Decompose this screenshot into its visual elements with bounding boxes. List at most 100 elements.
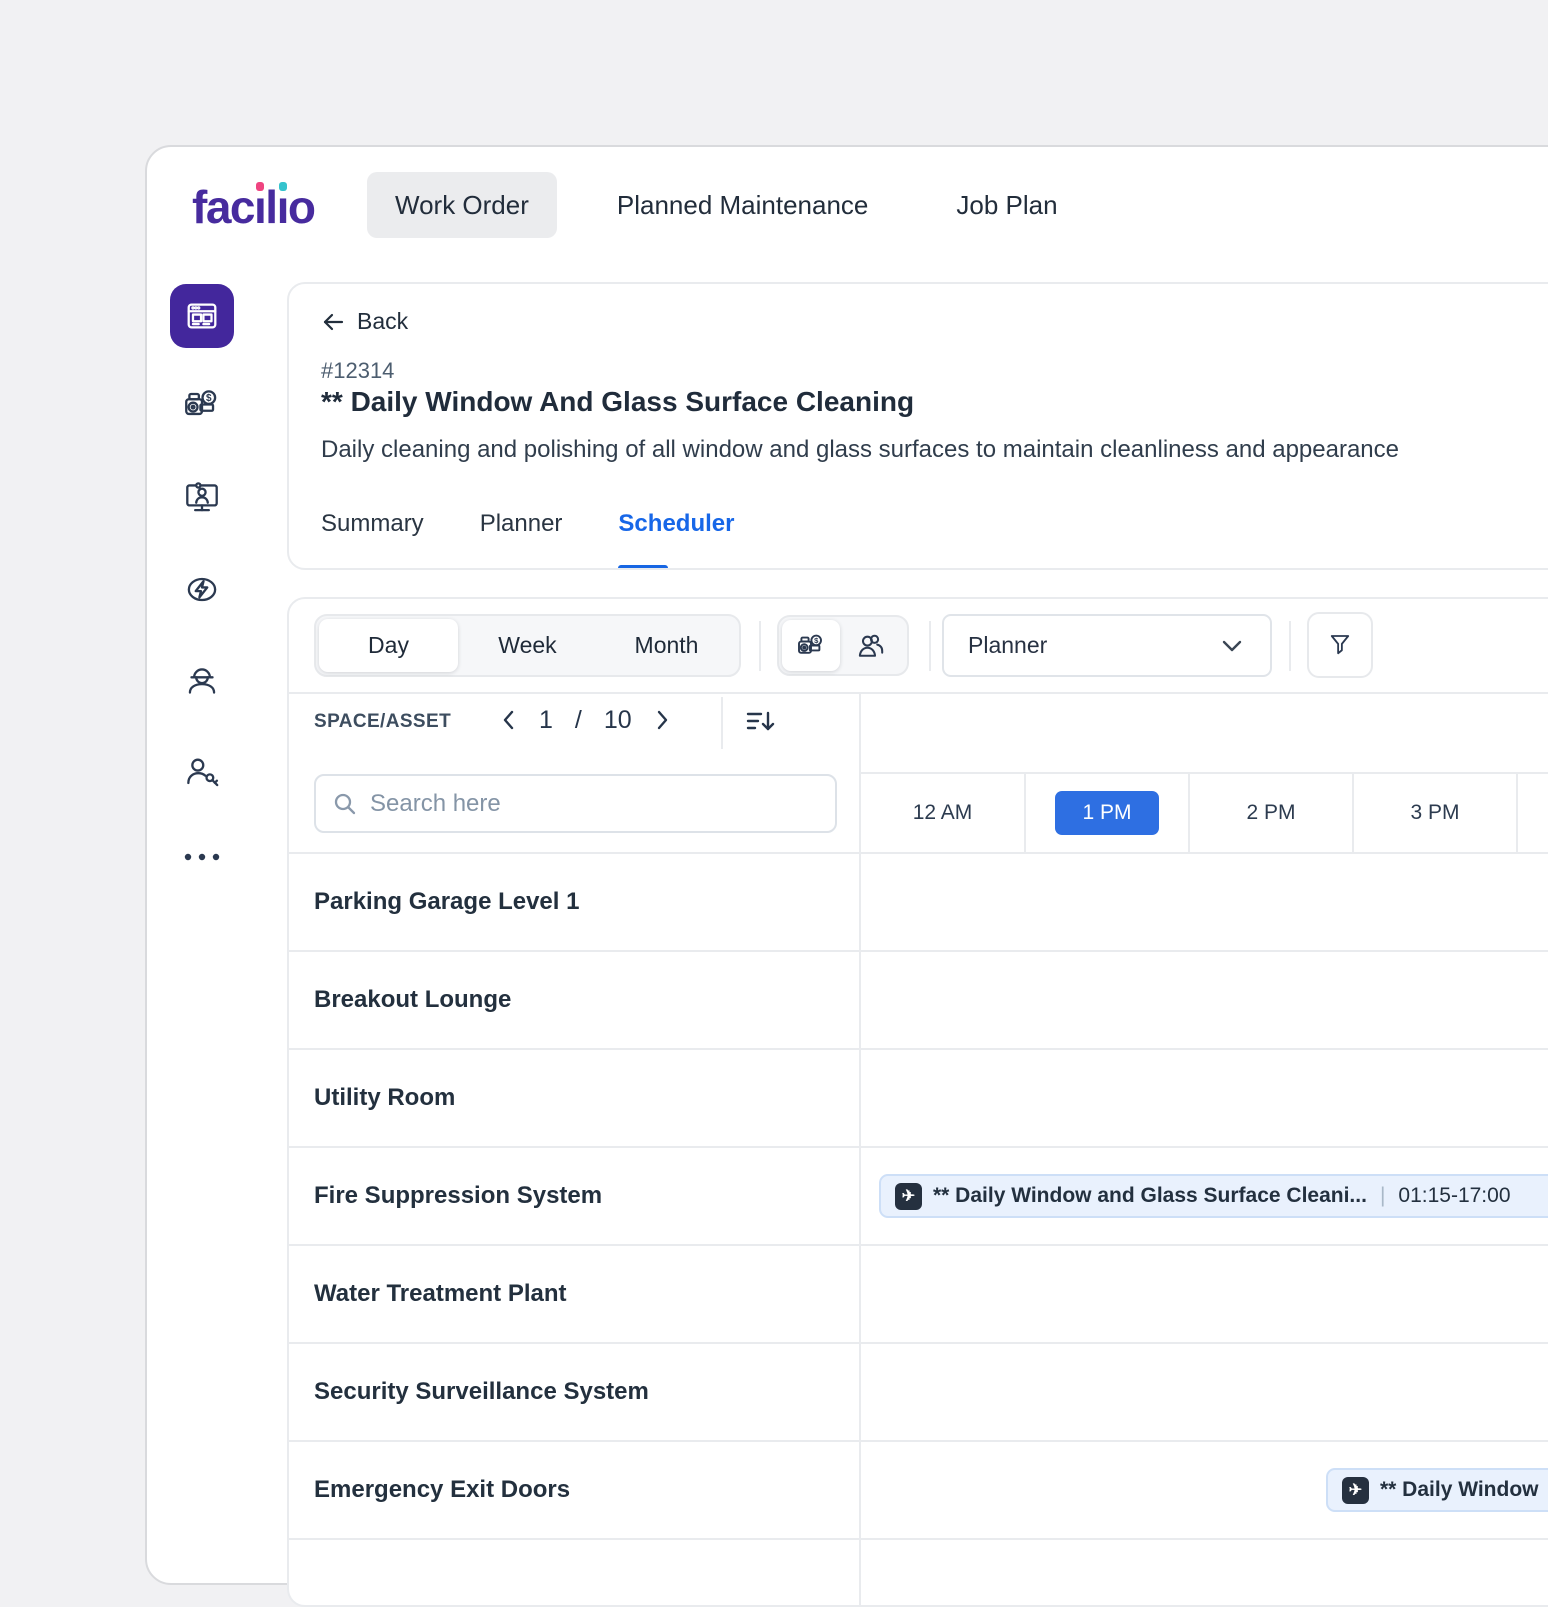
- space-asset-column-header: SPACE/ASSET: [314, 711, 451, 733]
- pagination-current: 1: [539, 706, 553, 735]
- toolbar-divider: [759, 621, 761, 671]
- toolbar-divider: [929, 621, 931, 671]
- grid-row-partial: [289, 1540, 1548, 1605]
- sidebar-item-visitor-display[interactable]: [181, 476, 223, 518]
- sidebar-item-technician[interactable]: [181, 660, 223, 702]
- space-asset-label: Parking Garage Level 1: [314, 888, 579, 916]
- work-order-description: Daily cleaning and polishing of all wind…: [321, 436, 1399, 464]
- scheduler-grid: Parking Garage Level 1 Breakout Lounge Uti…: [289, 852, 1548, 1605]
- page: { "brand": { "name": "facilio", "purple"…: [0, 0, 1548, 1548]
- sidebar-item-energy[interactable]: [181, 568, 223, 610]
- people-view-icon: [855, 630, 887, 662]
- more-icon: [181, 851, 223, 863]
- filter-icon: [1325, 630, 1355, 660]
- asset-view-button[interactable]: $: [782, 620, 840, 671]
- filter-button[interactable]: [1307, 612, 1373, 678]
- tab-summary[interactable]: Summary: [321, 510, 424, 548]
- time-slot-12-am[interactable]: 12 AM: [861, 774, 1024, 852]
- grid-row: Fire Suppression System ✈ ** Daily Window …: [289, 1148, 1548, 1246]
- event-time: 01:15-17:00: [1398, 1184, 1510, 1208]
- sidebar-item-more[interactable]: [181, 850, 223, 864]
- space-asset-label: Utility Room: [314, 1084, 455, 1112]
- nav-item-job-plan[interactable]: Job Plan: [928, 172, 1085, 238]
- work-order-header-panel: Back #12314 ** Daily Window And Glass Su…: [287, 282, 1548, 570]
- space-asset-label: Water Treatment Plant: [314, 1280, 567, 1308]
- view-toggle: DayWeekMonth: [314, 614, 741, 677]
- event-chip[interactable]: ✈ ** Daily Window and Glass Surface Clean…: [879, 1174, 1548, 1218]
- view-button-day[interactable]: Day: [319, 619, 458, 672]
- scheduler-toolbar: DayWeekMonth $: [289, 599, 1548, 694]
- space-asset-label: Fire Suppression System: [314, 1182, 602, 1210]
- logo-dot-teal: [279, 182, 287, 191]
- grid-row: Utility Room: [289, 1050, 1548, 1148]
- previous-page-button[interactable]: [501, 709, 517, 731]
- search-input[interactable]: [370, 790, 819, 818]
- svg-text:$: $: [206, 393, 212, 404]
- sidebar: $: [170, 284, 234, 864]
- mode-toggle: $: [777, 615, 909, 676]
- sidebar-item-dashboard[interactable]: [170, 284, 234, 348]
- pagination: 1 / 10: [501, 699, 670, 741]
- time-slot-label: 2 PM: [1246, 801, 1295, 825]
- work-order-title: ** Daily Window And Glass Surface Cleani…: [321, 386, 914, 418]
- tab-planner[interactable]: Planner: [480, 510, 563, 548]
- grid-row: Security Surveillance System: [289, 1344, 1548, 1442]
- work-order-tabs: Summary Planner Scheduler: [321, 510, 734, 548]
- sort-button[interactable]: [739, 701, 781, 743]
- back-arrow-icon: [321, 310, 345, 334]
- tab-scheduler[interactable]: Scheduler: [618, 510, 734, 548]
- active-tab-underline: [618, 565, 668, 570]
- grid-row: Water Treatment Plant: [289, 1246, 1548, 1344]
- sidebar-item-tenant-access[interactable]: [181, 752, 223, 794]
- tenant-access-icon: [181, 752, 223, 794]
- search-icon: [332, 791, 358, 817]
- nav-item-planned-maintenance[interactable]: Planned Maintenance: [589, 172, 897, 238]
- grid-row: Parking Garage Level 1: [289, 854, 1548, 952]
- technician-icon: [181, 660, 223, 702]
- view-button-week[interactable]: Week: [458, 619, 597, 672]
- back-button[interactable]: Back: [321, 308, 408, 335]
- event-title: ** Daily Window and Glass Surface Cleani…: [933, 1184, 1367, 1208]
- asset-view-icon: $: [795, 630, 827, 662]
- energy-icon: [181, 568, 223, 610]
- dashboard-icon: [183, 297, 221, 335]
- chevron-down-icon: [1220, 638, 1244, 654]
- event-title: ** Daily Window: [1380, 1478, 1539, 1502]
- time-slot-2-pm[interactable]: 2 PM: [1188, 774, 1352, 852]
- sort-icon: [741, 703, 779, 741]
- back-label: Back: [357, 308, 408, 335]
- facilio-logo: facılıo: [192, 179, 314, 235]
- app-window: facılıo Work Order Planned Maintenance Job…: [145, 145, 1548, 1585]
- event-chip[interactable]: ✈ ** Daily Window: [1326, 1468, 1548, 1512]
- logo-dot-pink: [256, 182, 264, 191]
- top-nav: Work Order Planned Maintenance Job Plan: [367, 172, 1086, 238]
- divider: [721, 697, 723, 749]
- toolbar-divider: [1289, 621, 1291, 671]
- view-button-month[interactable]: Month: [597, 619, 736, 672]
- planner-select[interactable]: Planner: [942, 614, 1272, 677]
- nav-item-work-order[interactable]: Work Order: [367, 172, 557, 238]
- event-separator: |: [1380, 1184, 1385, 1208]
- next-page-button[interactable]: [654, 709, 670, 731]
- visitor-display-icon: [181, 476, 223, 518]
- planner-select-value: Planner: [968, 632, 1047, 659]
- sidebar-item-asset-cost[interactable]: $: [181, 384, 223, 426]
- timeline-header: 12 AM 1 PM 2 PM 3 PM: [861, 772, 1548, 852]
- space-asset-label: Breakout Lounge: [314, 986, 511, 1014]
- grid-row: Emergency Exit Doors✈** Daily Window: [289, 1442, 1548, 1540]
- work-order-id: #12314: [321, 358, 394, 384]
- plane-icon: ✈: [1342, 1477, 1369, 1504]
- scheduler-panel: DayWeekMonth $: [287, 597, 1548, 1607]
- search-box: [314, 774, 837, 833]
- pagination-separator: /: [575, 706, 582, 735]
- space-asset-label: Security Surveillance System: [314, 1378, 649, 1406]
- asset-cost-icon: $: [181, 384, 223, 426]
- grid-row: Breakout Lounge: [289, 952, 1548, 1050]
- time-slot-3-pm[interactable]: 3 PM: [1352, 774, 1516, 852]
- time-slot-label: 3 PM: [1410, 801, 1459, 825]
- selected-time-pill: 1 PM: [1055, 791, 1158, 835]
- logo-letter-i: ı: [254, 179, 265, 235]
- plane-icon: ✈: [895, 1183, 922, 1210]
- people-view-button[interactable]: [842, 620, 900, 671]
- time-slot-1-pm[interactable]: 1 PM: [1024, 774, 1188, 852]
